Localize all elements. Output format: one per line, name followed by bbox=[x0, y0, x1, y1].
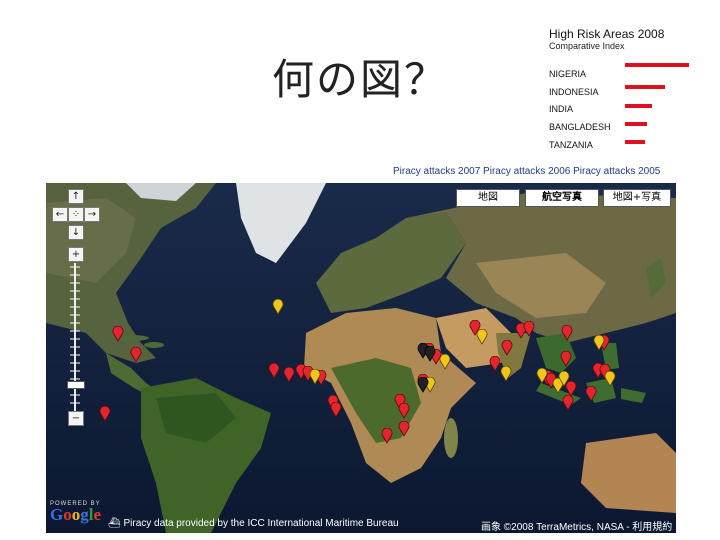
pan-up-button[interactable]: ↑ bbox=[68, 189, 84, 204]
piracy-marker-red[interactable] bbox=[112, 326, 124, 342]
piracy-marker-red[interactable] bbox=[523, 321, 535, 337]
data-credit-text: Piracy data provided by the ICC Internat… bbox=[123, 518, 399, 529]
google-wordmark: Google bbox=[50, 505, 102, 524]
link-attacks-2005[interactable]: Piracy attacks 2005 bbox=[573, 166, 660, 177]
piracy-marker-yellow[interactable] bbox=[439, 354, 451, 370]
piracy-marker-yellow[interactable] bbox=[558, 371, 570, 387]
pan-left-button[interactable]: ← bbox=[52, 207, 68, 222]
data-credit: ⛴ Piracy data provided by the ICC Intern… bbox=[108, 518, 399, 529]
piracy-marker-yellow[interactable] bbox=[604, 371, 616, 387]
risk-country-label: BANGLADESH bbox=[549, 122, 611, 132]
piracy-marker-yellow[interactable] bbox=[309, 369, 321, 385]
piracy-marker-red[interactable] bbox=[381, 428, 393, 444]
slide-title: 何の図？ bbox=[272, 55, 449, 104]
piracy-marker-red[interactable] bbox=[99, 406, 111, 422]
risk-bar bbox=[625, 104, 652, 108]
map-type-satellite-button[interactable]: 航空写真 bbox=[525, 189, 599, 207]
risk-bar bbox=[625, 140, 645, 144]
piracy-marker-red[interactable] bbox=[330, 402, 342, 418]
legend-title: High Risk Areas 2008 bbox=[549, 27, 665, 41]
piracy-marker-black[interactable] bbox=[417, 377, 429, 393]
link-attacks-2007[interactable]: Piracy attacks 2007 bbox=[393, 166, 480, 177]
ship-icon: ⛴ bbox=[108, 518, 121, 529]
link-attacks-2006[interactable]: Piracy attacks 2006 bbox=[483, 166, 570, 177]
attack-links: Piracy attacks 2007 Piracy attacks 2006 … bbox=[393, 166, 660, 177]
piracy-marker-yellow[interactable] bbox=[536, 368, 548, 384]
pan-right-button[interactable]: → bbox=[84, 207, 100, 222]
piracy-marker-red[interactable] bbox=[398, 403, 410, 419]
piracy-marker-red[interactable] bbox=[283, 367, 295, 383]
risk-country-label: INDIA bbox=[549, 104, 574, 114]
zoom-slider-handle[interactable] bbox=[67, 381, 85, 389]
piracy-marker-red[interactable] bbox=[562, 395, 574, 411]
piracy-marker-yellow[interactable] bbox=[476, 329, 488, 345]
risk-country-label: NIGERIA bbox=[549, 69, 587, 79]
piracy-marker-red[interactable] bbox=[501, 340, 513, 356]
piracy-marker-yellow[interactable] bbox=[272, 299, 284, 315]
piracy-marker-red[interactable] bbox=[130, 347, 142, 363]
risk-bar bbox=[625, 85, 665, 89]
pan-center-button[interactable]: ⁘ bbox=[68, 207, 84, 222]
map-copyright[interactable]: 画象 ©2008 TerraMetrics, NASA - 利用規約 bbox=[481, 518, 672, 533]
piracy-marker-yellow[interactable] bbox=[500, 366, 512, 382]
legend-subtitle: Comparative Index bbox=[549, 41, 625, 51]
google-logo[interactable]: POWERED BY Google bbox=[50, 501, 101, 523]
piracy-marker-red[interactable] bbox=[561, 325, 573, 341]
risk-country-label: TANZANIA bbox=[549, 140, 593, 150]
piracy-marker-red[interactable] bbox=[398, 421, 410, 437]
piracy-marker-red[interactable] bbox=[268, 363, 280, 379]
risk-country-label: INDONESIA bbox=[549, 87, 599, 97]
zoom-out-button[interactable]: − bbox=[68, 411, 84, 426]
world-map[interactable]: 地図 航空写真 地図+写真 ↑ ← ⁘ → ↓ + − POWERED BY G… bbox=[46, 183, 676, 533]
risk-bar bbox=[625, 122, 647, 126]
risk-bar bbox=[625, 63, 689, 67]
map-type-hybrid-button[interactable]: 地図+写真 bbox=[603, 189, 671, 207]
piracy-marker-red[interactable] bbox=[560, 351, 572, 367]
zoom-in-button[interactable]: + bbox=[68, 247, 84, 262]
piracy-marker-red[interactable] bbox=[585, 386, 597, 402]
piracy-marker-black[interactable] bbox=[424, 346, 436, 362]
pan-down-button[interactable]: ↓ bbox=[68, 225, 84, 240]
piracy-marker-yellow[interactable] bbox=[593, 335, 605, 351]
map-type-map-button[interactable]: 地図 bbox=[456, 189, 520, 207]
